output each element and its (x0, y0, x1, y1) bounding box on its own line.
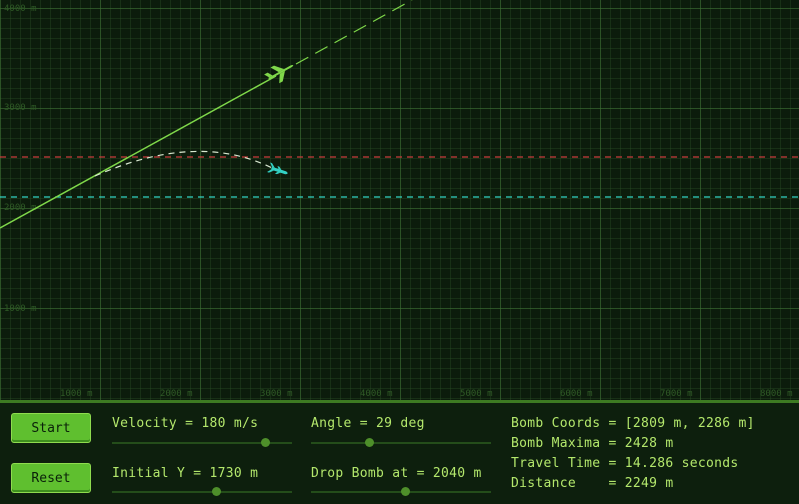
angle-slider[interactable] (311, 438, 491, 448)
x-axis-label-1000: 1000 m (60, 389, 93, 399)
x-axis-label-4000: 4000 m (360, 389, 393, 399)
angle-label: Angle = 29 deg (311, 416, 425, 431)
initial-y-label: Initial Y = 1730 m (112, 466, 259, 481)
velocity-label: Velocity = 180 m/s (112, 416, 259, 431)
bomb-trajectory (94, 150, 277, 177)
x-axis-label-2000: 2000 m (160, 389, 193, 399)
velocity-slider-thumb[interactable] (261, 438, 270, 447)
y-axis-label-1000: 1000 m (4, 304, 37, 314)
y-axis-label-3000: 3000 m (4, 103, 37, 113)
drop-bomb-label: Drop Bomb at = 2040 m (311, 466, 482, 481)
control-panel: Start Reset Velocity = 180 m/s Initial Y… (0, 400, 799, 504)
bomb-maxima-readout: Bomb Maxima = 2428 m (511, 436, 674, 451)
y-axis-label-2000: 2000 m (4, 203, 37, 213)
start-button[interactable]: Start (11, 413, 91, 443)
bomb-icon (267, 162, 288, 175)
drop-bomb-slider-thumb[interactable] (400, 487, 410, 496)
x-axis-label-8000: 8000 m (760, 389, 793, 399)
distance-readout: Distance = 2249 m (511, 476, 674, 491)
x-axis-label-3000: 3000 m (260, 389, 293, 399)
velocity-slider[interactable] (112, 438, 292, 448)
plane-flight-path (0, 75, 277, 229)
plane-projected-path (295, 0, 413, 65)
x-axis-label-5000: 5000 m (460, 389, 493, 399)
x-axis-label-7000: 7000 m (660, 389, 693, 399)
drop-bomb-slider[interactable] (311, 487, 491, 497)
reset-button[interactable]: Reset (11, 463, 91, 493)
initial-y-slider[interactable] (112, 487, 292, 497)
plane-icon (264, 65, 294, 84)
initial-y-slider-track (112, 491, 292, 493)
initial-y-slider-thumb[interactable] (212, 487, 222, 496)
simulation-canvas: 4000 m 3000 m 2000 m 1000 m 1000 m 2000 … (0, 0, 799, 400)
y-axis-label-4000: 4000 m (4, 4, 37, 14)
simulation-svg: 4000 m 3000 m 2000 m 1000 m 1000 m 2000 … (0, 0, 799, 399)
travel-time-readout: Travel Time = 14.286 seconds (511, 456, 739, 471)
bomb-coords-readout: Bomb Coords = [2809 m, 2286 m] (511, 416, 755, 431)
angle-slider-thumb[interactable] (364, 438, 374, 447)
x-axis-label-6000: 6000 m (560, 389, 593, 399)
angle-slider-track (311, 442, 491, 444)
